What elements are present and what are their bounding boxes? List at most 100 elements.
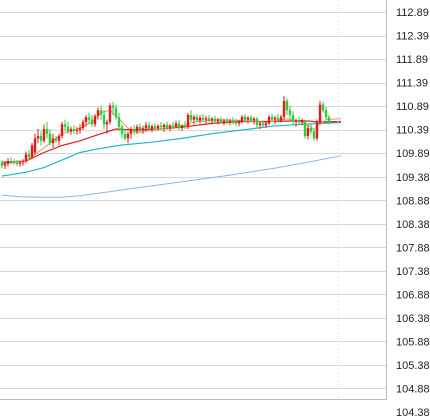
- y-tick-label: 110.39: [396, 125, 429, 137]
- candle: [231, 117, 235, 125]
- candle-body: [195, 116, 199, 121]
- candle-body: [69, 129, 73, 132]
- ma-line-extra: [1, 155, 342, 198]
- candle: [120, 124, 124, 139]
- candle-body: [177, 123, 181, 129]
- candle: [255, 116, 259, 129]
- candle-body: [204, 118, 208, 120]
- y-tick-label: 111.39: [396, 78, 428, 90]
- candle-body: [159, 125, 163, 128]
- candle-body: [30, 145, 34, 158]
- candle-body: [84, 117, 88, 122]
- y-tick-label: 110.89: [396, 101, 429, 113]
- candle-body: [27, 154, 31, 158]
- candle: [198, 114, 202, 124]
- candle-body: [12, 161, 16, 163]
- candle: [246, 115, 250, 124]
- candle-body: [60, 124, 64, 137]
- candle-body: [51, 138, 55, 144]
- candle-body: [288, 110, 292, 115]
- y-tick-label: 112.89: [396, 7, 429, 19]
- candle-body: [156, 125, 160, 129]
- candle-body: [189, 114, 193, 120]
- candle-body: [114, 107, 118, 118]
- candle: [213, 115, 217, 124]
- y-tick-label: 109.89: [396, 148, 430, 160]
- candle-body: [174, 123, 178, 127]
- candle-body: [63, 124, 67, 127]
- candle-body: [234, 121, 238, 124]
- candle: [318, 100, 322, 125]
- candle: [306, 125, 310, 140]
- y-tick-label: 109.38: [396, 172, 430, 184]
- candle: [78, 124, 82, 134]
- y-tick-label: 106.88: [396, 289, 430, 301]
- candle-body: [33, 138, 37, 153]
- candle-body: [150, 126, 154, 130]
- candle-body: [294, 120, 298, 122]
- candle-body: [231, 120, 235, 122]
- candle-body: [258, 123, 262, 126]
- candle: [69, 126, 73, 135]
- candle-body: [99, 110, 103, 115]
- y-tick-label: 105.88: [396, 336, 430, 348]
- candle-body: [252, 118, 256, 121]
- candle-body: [327, 117, 331, 122]
- candle-body: [39, 136, 43, 141]
- candle-body: [219, 119, 223, 122]
- candle-body: [21, 161, 25, 163]
- y-tick-label: 108.38: [396, 219, 430, 231]
- candle-body: [168, 125, 172, 128]
- candle-body: [213, 118, 217, 122]
- candle: [99, 105, 103, 120]
- candle: [156, 124, 160, 131]
- candle-body: [198, 117, 202, 121]
- candle-body: [132, 129, 136, 132]
- candle: [252, 116, 256, 125]
- candle-body: [45, 129, 49, 134]
- candle: [282, 96, 286, 120]
- candle-body: [120, 126, 124, 134]
- candle: [60, 121, 64, 139]
- candle: [42, 124, 46, 144]
- grid-lines: [0, 12, 386, 389]
- candle-body: [207, 118, 211, 121]
- candle-body: [306, 128, 310, 137]
- candle: [33, 133, 37, 155]
- candle-body: [147, 125, 151, 130]
- candle-body: [264, 123, 268, 126]
- candle-body: [42, 129, 46, 141]
- candle-body: [18, 162, 22, 164]
- candle-body: [87, 117, 91, 120]
- candle-body: [240, 116, 244, 122]
- candle-body: [249, 117, 253, 121]
- candle-body: [78, 128, 82, 130]
- candle-body: [255, 118, 259, 126]
- candle-body: [15, 162, 19, 164]
- candle-body: [81, 121, 85, 129]
- candle-body: [75, 129, 79, 131]
- candle-body: [273, 117, 277, 120]
- y-tick-label: 104.38: [396, 407, 430, 419]
- candle-body: [162, 124, 166, 128]
- candle: [90, 114, 94, 127]
- candle: [30, 143, 34, 159]
- candle: [297, 116, 301, 125]
- candle-body: [201, 117, 205, 120]
- candle-body: [237, 121, 241, 124]
- candle-body: [300, 120, 304, 123]
- candle-body: [324, 110, 328, 118]
- candle-body: [261, 123, 265, 126]
- candle: [108, 103, 112, 125]
- candle: [180, 124, 184, 131]
- candle: [45, 121, 49, 139]
- candle-body: [183, 125, 187, 128]
- candle-body: [144, 125, 148, 129]
- candle-body: [243, 116, 247, 120]
- candle-body: [153, 126, 157, 129]
- candle: [48, 129, 52, 146]
- candle: [63, 119, 67, 132]
- y-tick-label: 105.38: [396, 360, 430, 372]
- candle-body: [123, 133, 127, 139]
- candle: [270, 113, 274, 122]
